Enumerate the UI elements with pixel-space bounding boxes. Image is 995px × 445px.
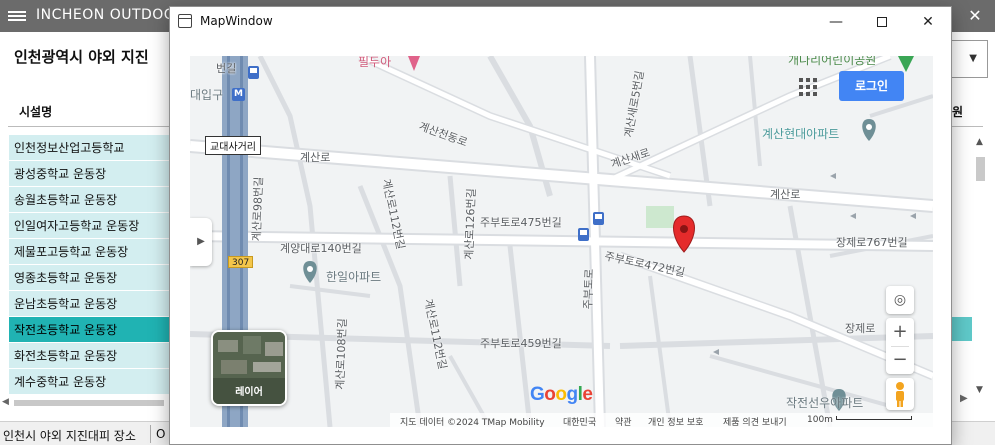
scroll-thumb-horizontal[interactable] — [14, 400, 164, 406]
subway-icon: M — [232, 88, 245, 101]
layer-label: 레이어 — [235, 387, 263, 398]
list-item[interactable]: 송월초등학교 운동장 — [9, 187, 169, 213]
poi-label: 작전선우아파트 — [786, 396, 864, 410]
scale-label: 100m — [807, 415, 833, 425]
chevron-down-icon: ▼ — [969, 53, 977, 64]
list-item[interactable]: 광성중학교 운동장 — [9, 161, 169, 187]
google-logo-letter: e — [582, 384, 593, 405]
road-label: 주부토로459번길 — [480, 337, 562, 350]
app-title: INCHEON OUTDOO — [36, 7, 176, 23]
bus-stop-icon — [593, 212, 604, 225]
my-location-button[interactable]: ◎ — [886, 286, 914, 314]
list-item-selected[interactable]: 작전초등학교 운동장 — [9, 317, 169, 343]
scroll-up-icon[interactable]: ▲ — [976, 137, 983, 147]
road-label: 계산로98번길 — [250, 176, 266, 242]
google-logo-letter: g — [566, 384, 579, 405]
privacy-link[interactable]: 개인 정보 보호 — [648, 415, 703, 427]
side-panel-toggle[interactable]: ▶ — [190, 218, 212, 266]
page-title: 인천광역시 야외 지진 — [14, 48, 149, 66]
maximize-button[interactable] — [859, 7, 905, 37]
list-item[interactable]: 운남초등학교 운동장 — [9, 291, 169, 317]
scroll-right-icon[interactable]: ▶ — [960, 393, 968, 404]
list-item[interactable]: 인일여자고등학교 운동장 — [9, 213, 169, 239]
bus-stop-icon — [248, 66, 259, 79]
road-label: 계산로126번길 — [462, 188, 479, 261]
google-logo-letter: o — [544, 384, 556, 405]
google-logo-text: Google — [530, 384, 593, 405]
map-footer: 지도 데이터 ©2024 TMap Mobility 대한민국 약관 개인 정보… — [390, 413, 933, 427]
google-logo-letter: G — [530, 384, 545, 405]
map-window-titlebar[interactable]: MapWindow — ✕ — [170, 7, 951, 37]
horizontal-scrollbar[interactable]: ◀ — [0, 397, 170, 409]
map-window-title: MapWindow — [200, 14, 273, 28]
road-label: 주부토로475번길 — [480, 216, 562, 229]
bus-stop-icon — [578, 228, 589, 241]
vertical-scrollbar[interactable]: ▲ ▼ — [972, 135, 989, 397]
status-divider — [150, 425, 151, 443]
crosshair-icon: ◎ — [893, 292, 907, 308]
road-label: 장제로767번길 — [836, 236, 908, 249]
scroll-down-icon[interactable]: ▼ — [976, 385, 983, 395]
street-view-pegman-button[interactable] — [886, 378, 914, 410]
poi-label: 개나리어린이공원 — [788, 56, 877, 67]
scale-bar — [836, 416, 912, 420]
selected-row-highlight — [952, 317, 972, 341]
status-text: 인천시 야외 지진대피 장소 — [3, 429, 136, 443]
scroll-left-icon[interactable]: ◀ — [2, 397, 9, 407]
login-button[interactable]: 로그인 — [839, 71, 904, 101]
list-item[interactable]: 제물포고등학교 운동장 — [9, 239, 169, 265]
list-item[interactable]: 영종초등학교 운동장 — [9, 265, 169, 291]
apps-grid-icon[interactable] — [799, 78, 817, 96]
facility-list: 인천정보산업고등학교 광성중학교 운동장 송월초등학교 운동장 인일여자고등학교… — [9, 135, 169, 395]
google-logo-letter: o — [555, 384, 567, 405]
country-link[interactable]: 대한민국 — [563, 415, 596, 427]
layer-button[interactable]: 레이어 — [211, 330, 287, 406]
feedback-link[interactable]: 제품 의견 보내기 — [723, 415, 787, 427]
road-label: 계산로108번길 — [333, 318, 350, 391]
zoom-in-button[interactable]: + — [886, 318, 914, 346]
column-header-right[interactable]: 원 — [952, 103, 963, 120]
route-number-badge: 307 — [228, 256, 254, 268]
map-data-attribution: 지도 데이터 ©2024 TMap Mobility — [400, 418, 545, 427]
road-label: 계산로 — [300, 151, 331, 164]
close-button[interactable]: ✕ — [905, 7, 951, 37]
map-window: MapWindow — ✕ 번길 필두아 개나리어린이공원 대입구 계산로 계산… — [169, 6, 952, 445]
google-logo: Google — [530, 384, 593, 406]
region-combo[interactable]: ▼ — [948, 40, 988, 78]
chevron-right-icon: ▶ — [197, 236, 205, 247]
list-item[interactable]: 계수중학교 운동장 — [9, 369, 169, 395]
list-item[interactable]: 화전초등학교 운동장 — [9, 343, 169, 369]
close-icon[interactable]: ✕ — [963, 4, 987, 28]
zoom-out-button[interactable]: − — [886, 346, 914, 374]
poi-label: 필두아 — [358, 56, 392, 69]
menu-icon[interactable] — [8, 9, 26, 23]
status-text-2: O — [156, 427, 166, 441]
road-label: 장제로 — [845, 322, 876, 335]
zoom-control: + − — [886, 318, 914, 374]
poi-label: 한일아파트 — [326, 270, 382, 284]
map-view[interactable]: 번길 필두아 개나리어린이공원 대입구 계산로 계산천동로 계산새로 계산새로5… — [190, 56, 933, 427]
road-label: 계양대로140번길 — [280, 242, 362, 255]
maximize-icon — [877, 17, 887, 27]
zoom-divider — [891, 346, 909, 347]
intersection-label: 교대사거리 — [205, 136, 261, 155]
road-label: 번길 — [216, 62, 237, 75]
list-item[interactable]: 인천정보산업고등학교 — [9, 135, 169, 161]
poi-label: 계산현대아파트 — [762, 127, 840, 141]
window-icon — [178, 14, 192, 28]
road-label: 주부토로 — [581, 268, 596, 310]
pegman-icon — [896, 382, 904, 407]
terms-link[interactable]: 약관 — [615, 415, 632, 427]
road-label: 계산로 — [770, 188, 801, 201]
station-label: 대입구 — [190, 88, 224, 102]
scroll-thumb[interactable] — [976, 157, 985, 181]
column-header-name[interactable]: 시설명 — [19, 103, 52, 120]
minimize-button[interactable]: — — [813, 7, 859, 37]
